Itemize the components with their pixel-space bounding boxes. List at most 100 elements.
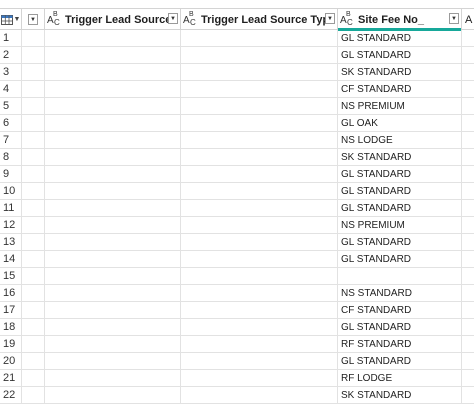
cell-empty[interactable]: [22, 302, 45, 318]
cell-trigger-lead-source[interactable]: [45, 81, 181, 97]
table-row[interactable]: 19 RF STANDARD: [0, 336, 474, 353]
cell-empty[interactable]: [22, 30, 45, 46]
column-header-trigger-lead-source-type[interactable]: A B C Trigger Lead Source Type ▼: [181, 9, 338, 30]
table-row[interactable]: 11 GL STANDARD: [0, 200, 474, 217]
cell-next[interactable]: [462, 234, 474, 250]
table-row[interactable]: 15: [0, 268, 474, 285]
cell-site-fee-no[interactable]: NS PREMIUM: [338, 217, 462, 233]
row-number[interactable]: 11: [0, 200, 22, 216]
cell-trigger-lead-source-type[interactable]: [181, 387, 338, 403]
cell-empty[interactable]: [22, 319, 45, 335]
cell-empty[interactable]: [22, 285, 45, 301]
text-type-icon[interactable]: A B C: [340, 11, 356, 27]
table-row[interactable]: 16 NS STANDARD: [0, 285, 474, 302]
row-number[interactable]: 20: [0, 353, 22, 369]
table-row[interactable]: 8 SK STANDARD: [0, 149, 474, 166]
cell-trigger-lead-source-type[interactable]: [181, 98, 338, 114]
cell-empty[interactable]: [22, 387, 45, 403]
row-number[interactable]: 1: [0, 30, 22, 46]
cell-trigger-lead-source-type[interactable]: [181, 64, 338, 80]
cell-site-fee-no[interactable]: GL STANDARD: [338, 30, 462, 46]
cell-trigger-lead-source[interactable]: [45, 115, 181, 131]
table-row[interactable]: 13 GL STANDARD: [0, 234, 474, 251]
cell-site-fee-no[interactable]: [338, 268, 462, 284]
row-number[interactable]: 8: [0, 149, 22, 165]
cell-next[interactable]: [462, 387, 474, 403]
filter-dropdown-button[interactable]: ▼: [325, 13, 335, 24]
cell-site-fee-no[interactable]: GL STANDARD: [338, 200, 462, 216]
cell-trigger-lead-source-type[interactable]: [181, 217, 338, 233]
cell-next[interactable]: [462, 183, 474, 199]
table-row[interactable]: 3 SK STANDARD: [0, 64, 474, 81]
cell-site-fee-no[interactable]: NS PREMIUM: [338, 98, 462, 114]
table-row[interactable]: 1 GL STANDARD: [0, 30, 474, 47]
cell-trigger-lead-source[interactable]: [45, 64, 181, 80]
table-row[interactable]: 2 GL STANDARD: [0, 47, 474, 64]
row-number[interactable]: 16: [0, 285, 22, 301]
cell-site-fee-no[interactable]: SK STANDARD: [338, 64, 462, 80]
cell-empty[interactable]: [22, 132, 45, 148]
cell-trigger-lead-source[interactable]: [45, 353, 181, 369]
table-row[interactable]: 21 RF LODGE: [0, 370, 474, 387]
row-number[interactable]: 2: [0, 47, 22, 63]
cell-trigger-lead-source[interactable]: [45, 200, 181, 216]
cell-trigger-lead-source-type[interactable]: [181, 166, 338, 182]
cell-empty[interactable]: [22, 268, 45, 284]
cell-site-fee-no[interactable]: GL OAK: [338, 115, 462, 131]
row-number[interactable]: 13: [0, 234, 22, 250]
cell-empty[interactable]: [22, 217, 45, 233]
cell-empty[interactable]: [22, 353, 45, 369]
cell-next[interactable]: [462, 353, 474, 369]
cell-trigger-lead-source[interactable]: [45, 370, 181, 386]
cell-site-fee-no[interactable]: GL STANDARD: [338, 234, 462, 250]
table-row[interactable]: 6 GL OAK: [0, 115, 474, 132]
cell-empty[interactable]: [22, 251, 45, 267]
cell-next[interactable]: [462, 149, 474, 165]
cell-trigger-lead-source-type[interactable]: [181, 115, 338, 131]
table-row[interactable]: 7 NS LODGE: [0, 132, 474, 149]
cell-empty[interactable]: [22, 47, 45, 63]
cell-empty[interactable]: [22, 166, 45, 182]
row-number[interactable]: 7: [0, 132, 22, 148]
cell-trigger-lead-source[interactable]: [45, 149, 181, 165]
cell-next[interactable]: [462, 370, 474, 386]
cell-trigger-lead-source[interactable]: [45, 98, 181, 114]
column-header-trigger-lead-source[interactable]: A B C Trigger Lead Source ▼: [45, 9, 181, 30]
cell-trigger-lead-source[interactable]: [45, 217, 181, 233]
column-header-next[interactable]: A: [462, 9, 474, 30]
cell-next[interactable]: [462, 336, 474, 352]
column-header-a[interactable]: ▼: [22, 9, 45, 30]
cell-site-fee-no[interactable]: GL STANDARD: [338, 183, 462, 199]
row-number[interactable]: 3: [0, 64, 22, 80]
cell-site-fee-no[interactable]: GL STANDARD: [338, 353, 462, 369]
cell-trigger-lead-source[interactable]: [45, 336, 181, 352]
cell-trigger-lead-source[interactable]: [45, 47, 181, 63]
row-number[interactable]: 10: [0, 183, 22, 199]
cell-empty[interactable]: [22, 115, 45, 131]
table-row[interactable]: 9 GL STANDARD: [0, 166, 474, 183]
cell-next[interactable]: [462, 302, 474, 318]
cell-empty[interactable]: [22, 64, 45, 80]
cell-next[interactable]: [462, 132, 474, 148]
column-header-site-fee-no[interactable]: A B C Site Fee No_ ▼: [338, 9, 462, 31]
cell-empty[interactable]: [22, 81, 45, 97]
cell-next[interactable]: [462, 268, 474, 284]
cell-trigger-lead-source-type[interactable]: [181, 30, 338, 46]
cell-trigger-lead-source-type[interactable]: [181, 370, 338, 386]
row-number[interactable]: 5: [0, 98, 22, 114]
cell-trigger-lead-source-type[interactable]: [181, 302, 338, 318]
row-number[interactable]: 12: [0, 217, 22, 233]
cell-trigger-lead-source[interactable]: [45, 302, 181, 318]
filter-dropdown-button[interactable]: ▼: [168, 13, 178, 24]
row-number[interactable]: 22: [0, 387, 22, 403]
cell-trigger-lead-source-type[interactable]: [181, 81, 338, 97]
cell-empty[interactable]: [22, 98, 45, 114]
cell-next[interactable]: [462, 285, 474, 301]
cell-empty[interactable]: [22, 149, 45, 165]
cell-trigger-lead-source-type[interactable]: [181, 251, 338, 267]
row-number[interactable]: 4: [0, 81, 22, 97]
cell-trigger-lead-source[interactable]: [45, 285, 181, 301]
row-number[interactable]: 19: [0, 336, 22, 352]
cell-trigger-lead-source-type[interactable]: [181, 285, 338, 301]
table-row[interactable]: 5 NS PREMIUM: [0, 98, 474, 115]
